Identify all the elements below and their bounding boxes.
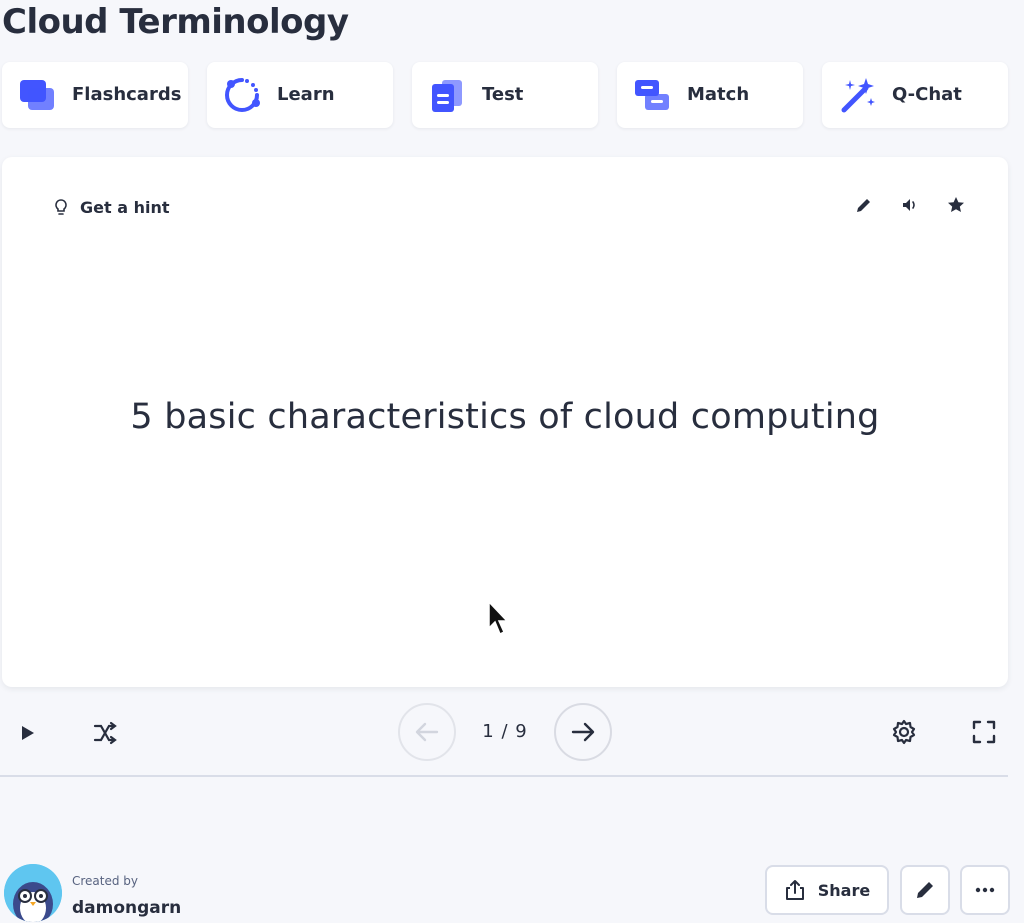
page-title: Cloud Terminology — [2, 2, 349, 42]
hint-label: Get a hint — [80, 197, 170, 217]
next-card-button[interactable] — [554, 703, 612, 761]
mode-label: Match — [687, 84, 750, 105]
mode-label: Test — [482, 84, 524, 105]
edit-icon — [917, 882, 933, 898]
share-label: Share — [817, 880, 871, 900]
play-icon — [22, 726, 34, 740]
card-counter: 1 / 9 — [482, 721, 528, 742]
autoplay-button[interactable] — [14, 720, 40, 746]
arrow-right-icon — [571, 722, 595, 742]
card-toolbar — [852, 193, 968, 217]
section-divider — [0, 775, 1008, 777]
match-icon — [635, 80, 669, 110]
audio-icon — [903, 199, 915, 211]
avatar[interactable] — [4, 864, 62, 922]
mode-label: Learn — [277, 84, 335, 105]
more-options-button[interactable] — [960, 865, 1010, 915]
more-horizontal-icon — [975, 887, 995, 893]
star-icon — [948, 197, 964, 212]
magic-wand-icon — [841, 78, 875, 113]
fullscreen-button[interactable] — [968, 716, 1000, 748]
card-controls: 1 / 9 — [0, 700, 1024, 764]
mouse-cursor-icon — [488, 600, 509, 636]
penguin-avatar-icon — [4, 864, 62, 922]
created-by-label: Created by — [72, 874, 139, 888]
get-hint-button[interactable]: Get a hint — [52, 194, 169, 220]
edit-icon — [857, 199, 870, 212]
settings-icon — [892, 719, 916, 745]
creator-name[interactable]: damongarn — [72, 898, 181, 918]
shuffle-icon — [93, 721, 117, 745]
arrow-left-icon — [415, 722, 439, 742]
mode-test-button[interactable]: Test — [412, 62, 598, 128]
card-term: 5 basic characteristics of cloud computi… — [130, 397, 880, 437]
edit-set-button[interactable] — [900, 865, 950, 915]
test-icon — [432, 80, 462, 112]
fullscreen-icon — [972, 720, 996, 744]
share-icon — [785, 880, 804, 900]
previous-card-button[interactable] — [398, 703, 456, 761]
audio-button[interactable] — [898, 193, 922, 217]
mode-match-button[interactable]: Match — [617, 62, 803, 128]
flashcards-icon — [20, 80, 54, 110]
star-button[interactable] — [944, 193, 968, 217]
mode-label: Q-Chat — [892, 84, 962, 105]
lightbulb-icon — [55, 199, 67, 215]
share-button[interactable]: Share — [765, 865, 889, 915]
mode-q-chat-button[interactable]: Q-Chat — [822, 62, 1008, 128]
edit-card-button[interactable] — [852, 193, 876, 217]
learn-icon — [225, 78, 260, 112]
shuffle-button[interactable] — [90, 718, 120, 748]
study-modes: Flashcards Learn Test Match Q-Chat — [2, 62, 1008, 128]
mode-learn-button[interactable]: Learn — [207, 62, 393, 128]
mode-flashcards-button[interactable]: Flashcards — [2, 62, 188, 128]
settings-button[interactable] — [888, 716, 920, 748]
mode-label: Flashcards — [72, 84, 182, 105]
